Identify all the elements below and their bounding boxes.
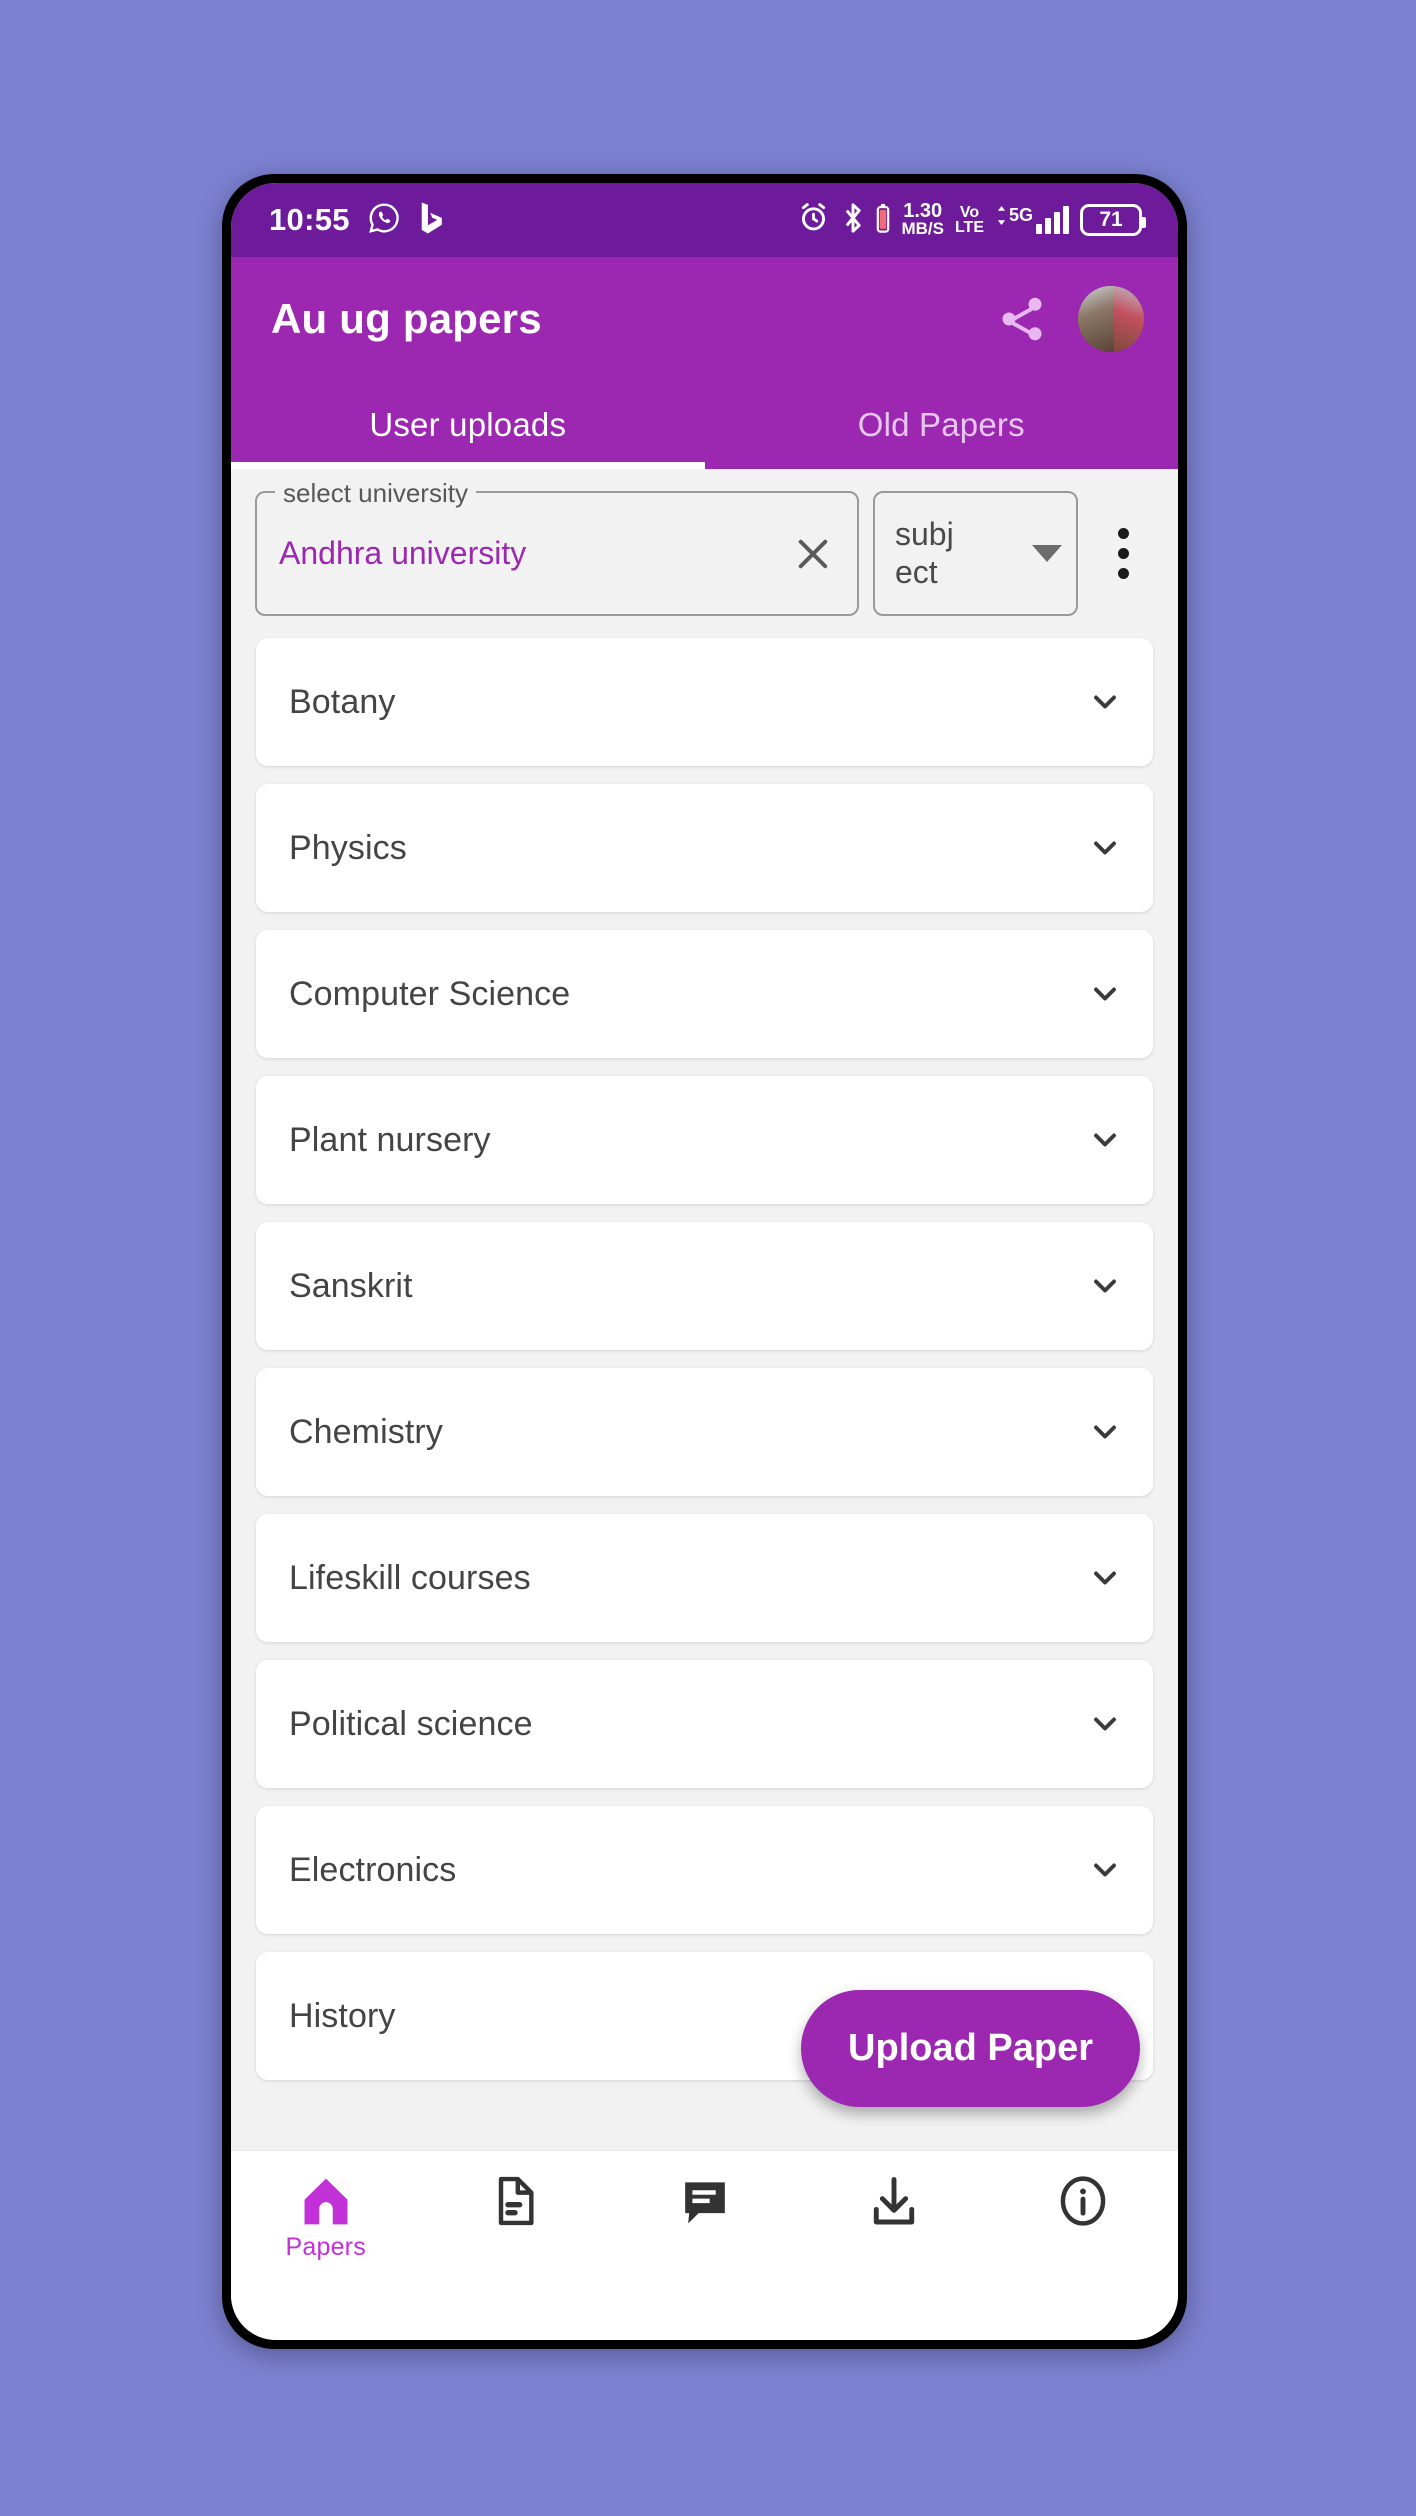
chevron-down-icon[interactable] <box>1087 1268 1123 1304</box>
subject-select[interactable]: subj ect <box>873 491 1078 616</box>
list-item[interactable]: Physics <box>256 784 1153 912</box>
list-item[interactable]: Sanskrit <box>256 1222 1153 1350</box>
status-bar-right: 1.30 MB/S Vo LTE 5G 71 <box>797 201 1146 240</box>
chevron-down-icon[interactable] <box>1087 976 1123 1012</box>
subject-name: Chemistry <box>289 1412 443 1451</box>
tab-old-papers[interactable]: Old Papers <box>705 380 1179 469</box>
share-icon[interactable] <box>996 293 1048 345</box>
list-item[interactable]: Political science <box>256 1660 1153 1788</box>
status-bar-left: 10:55 <box>269 201 444 240</box>
signal-bars-icon <box>1036 206 1069 234</box>
list-item[interactable]: Electronics <box>256 1806 1153 1934</box>
chevron-down-icon[interactable] <box>1087 1122 1123 1158</box>
volte-line-2: LTE <box>954 219 984 236</box>
volte-line-1: Vo <box>959 203 980 221</box>
phone-frame: 10:55 1.30 MB/S Vo LTE 5G 71 Au ug paper… <box>222 174 1187 2349</box>
network-speed-unit: MB/S <box>901 219 944 239</box>
document-icon <box>487 2173 543 2229</box>
nav-item-label: Papers <box>285 2233 366 2261</box>
battery-percent-label: 71 <box>1099 208 1123 231</box>
battery-status-badge: 71 <box>1080 204 1146 236</box>
upload-paper-button[interactable]: Upload Paper <box>801 1990 1140 2107</box>
subject-list[interactable]: Botany Physics Computer Science Plant nu… <box>231 630 1178 2150</box>
tab-user-uploads[interactable]: User uploads <box>231 380 705 469</box>
chevron-down-icon[interactable] <box>1087 1560 1123 1596</box>
nav-item-info[interactable] <box>989 2173 1178 2233</box>
subject-name: Political science <box>289 1704 533 1743</box>
subject-value-line-2: ect <box>895 553 938 590</box>
phone-screen: 10:55 1.30 MB/S Vo LTE 5G 71 Au ug paper… <box>231 183 1178 2340</box>
subject-name: Electronics <box>289 1850 457 1889</box>
alarm-icon <box>797 201 830 239</box>
list-item[interactable]: Chemistry <box>256 1368 1153 1496</box>
subject-name: Botany <box>289 682 396 721</box>
list-item[interactable]: Plant nursery <box>256 1076 1153 1204</box>
app-bar: Au ug papers <box>231 257 1178 380</box>
chevron-down-icon[interactable] <box>1087 684 1123 720</box>
subject-name: Plant nursery <box>289 1120 491 1159</box>
subject-name: Sanskrit <box>289 1266 413 1305</box>
status-bar-clock: 10:55 <box>269 202 350 237</box>
nav-item-chat[interactable] <box>610 2173 799 2233</box>
app-bar-actions <box>996 285 1144 352</box>
bottom-navigation: Papers <box>231 2150 1178 2340</box>
home-icon <box>298 2173 354 2229</box>
list-item[interactable]: Botany <box>256 638 1153 766</box>
list-item[interactable]: Computer Science <box>256 930 1153 1058</box>
chevron-down-icon[interactable] <box>1032 545 1062 562</box>
university-select-label: select university <box>275 478 476 509</box>
data-arrows-icon <box>995 206 1008 230</box>
subject-name: History <box>289 1996 396 2035</box>
filter-row: select university Andhra university subj… <box>231 469 1178 630</box>
tab-bar: User uploads Old Papers <box>231 380 1178 469</box>
nav-item-papers[interactable]: Papers <box>231 2173 420 2262</box>
nav-item-downloads[interactable] <box>799 2173 988 2233</box>
subject-value-line-1: subj <box>895 516 954 553</box>
subject-name: Computer Science <box>289 974 571 1013</box>
download-icon <box>866 2173 922 2229</box>
chevron-down-icon[interactable] <box>1087 830 1123 866</box>
tab-active-indicator <box>231 462 705 469</box>
volte-icon: Vo LTE <box>954 203 984 236</box>
nav-item-documents[interactable] <box>420 2173 609 2233</box>
network-type-label: 5G <box>1008 205 1033 225</box>
list-item[interactable]: Lifeskill courses <box>256 1514 1153 1642</box>
subject-name: Lifeskill courses <box>289 1558 531 1597</box>
chat-icon <box>677 2173 733 2229</box>
more-vertical-icon[interactable] <box>1092 491 1154 616</box>
chevron-down-icon[interactable] <box>1087 1414 1123 1450</box>
page-title: Au ug papers <box>271 294 542 342</box>
signal-indicator: 5G <box>995 206 1069 234</box>
bluetooth-icon <box>841 201 865 240</box>
status-bar: 10:55 1.30 MB/S Vo LTE 5G 71 <box>231 183 1178 257</box>
network-speed-indicator: 1.30 MB/S <box>901 201 944 239</box>
bing-icon <box>418 201 444 240</box>
close-icon[interactable] <box>787 528 839 580</box>
info-icon <box>1055 2173 1111 2229</box>
subject-select-value: subj ect <box>895 516 981 590</box>
university-select[interactable]: select university Andhra university <box>255 478 859 616</box>
battery-small-icon <box>876 203 890 238</box>
subject-name: Physics <box>289 828 407 867</box>
chevron-down-icon[interactable] <box>1087 1852 1123 1888</box>
chevron-down-icon[interactable] <box>1087 1706 1123 1742</box>
whatsapp-icon <box>367 201 401 240</box>
university-select-value: Andhra university <box>279 535 527 571</box>
avatar[interactable] <box>1078 285 1144 352</box>
